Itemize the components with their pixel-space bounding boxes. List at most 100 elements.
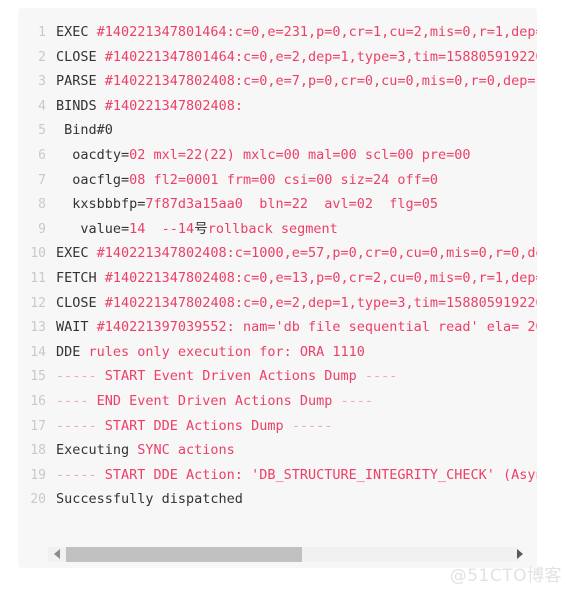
scroll-right-arrow-icon[interactable] <box>517 549 523 559</box>
code-token: END Event Driven Actions Dump <box>88 392 341 409</box>
code-token: kxsbbbfp= <box>56 196 146 213</box>
line-number: 18 <box>30 443 46 459</box>
code-line-text: BINDS #140221347802408: <box>46 94 243 119</box>
code-line: 20 Successfully dispatched <box>18 487 537 512</box>
code-token: 08 fl2=0001 frm=00 csi=00 siz=24 off=0 <box>129 171 439 188</box>
code-line-text: EXEC #140221347801464:c=0,e=231,p=0,cr=1… <box>46 20 537 45</box>
code-token: Successfully dispatched <box>56 491 243 508</box>
line-number: 2 <box>38 49 46 65</box>
code-line: 13 WAIT #140221397039552: nam='db file se… <box>18 315 537 340</box>
code-line-text: CLOSE #140221347802408:c=0,e=2,dep=1,typ… <box>46 291 537 316</box>
code-token: BINDS <box>56 97 105 114</box>
line-number: 13 <box>30 320 46 336</box>
scrollbar-thumb[interactable] <box>66 547 302 562</box>
line-number: 9 <box>38 221 46 237</box>
code-token: PARSE <box>56 73 105 90</box>
code-token: rules only execution for: ORA 1110 <box>88 343 365 360</box>
code-line-text: FETCH #140221347802408:c=0,e=13,p=0,cr=2… <box>46 266 537 291</box>
code-line: 17 ----- START DDE Actions Dump ----- <box>18 414 537 439</box>
code-line-text: ----- START Event Driven Actions Dump --… <box>46 364 397 389</box>
line-number: 19 <box>30 467 46 483</box>
code-line: 19 ----- START DDE Action: 'DB_STRUCTURE_… <box>18 463 537 488</box>
code-token: ---- <box>364 368 398 385</box>
code-line-text: PARSE #140221347802408:c=0,e=7,p=0,cr=0,… <box>46 69 537 94</box>
code-scroll-viewport[interactable]: 1 EXEC #140221347801464:c=0,e=231,p=0,cr=… <box>18 8 537 542</box>
code-token: ----- <box>291 417 333 434</box>
code-line: 15 ----- START Event Driven Actions Dump … <box>18 364 537 389</box>
code-token: EXEC <box>56 245 97 262</box>
line-number: 4 <box>38 98 46 114</box>
line-number: 12 <box>30 295 46 311</box>
line-number: 11 <box>30 270 46 286</box>
code-token: #140221347802408:c=0,e=2,dep=1,type=3,ti… <box>104 294 537 311</box>
code-line: 7 oacflg=08 fl2=0001 frm=00 csi=00 siz=2… <box>18 168 537 193</box>
code-line-text: CLOSE #140221347801464:c=0,e=2,dep=1,typ… <box>46 45 537 70</box>
code-token: FETCH <box>56 269 105 286</box>
line-number: 7 <box>38 172 46 188</box>
line-number: 17 <box>30 418 46 434</box>
code-line: 11 FETCH #140221347802408:c=0,e=13,p=0,cr… <box>18 266 537 291</box>
code-line-text: kxsbbbfp=7f87d3a15aa0 bln=22 avl=02 flg=… <box>46 192 438 217</box>
code-lines-container: 1 EXEC #140221347801464:c=0,e=231,p=0,cr=… <box>18 20 537 512</box>
code-token: ----- <box>56 466 97 483</box>
code-token: value= <box>56 220 130 237</box>
code-line-text: ---- END Event Driven Actions Dump ---- <box>46 389 373 414</box>
code-token: CLOSE <box>56 294 105 311</box>
line-number: 6 <box>38 147 46 163</box>
line-number: 16 <box>30 393 46 409</box>
line-number: 5 <box>38 123 46 139</box>
code-line: 10 EXEC #140221347802408:c=1000,e=57,p=0,… <box>18 241 537 266</box>
code-line-text: oacdty=02 mxl=22(22) mxlc=00 mal=00 scl=… <box>46 143 471 168</box>
scroll-left-arrow-icon[interactable] <box>54 549 60 559</box>
line-number: 20 <box>30 492 46 508</box>
code-line-text: value=14 --14号rollback segment <box>46 217 338 242</box>
line-number: 3 <box>38 74 46 90</box>
code-token: #140221347802408: <box>104 97 243 114</box>
code-token: #140221397039552: nam='db file sequentia… <box>96 319 537 336</box>
code-line: 3 PARSE #140221347802408:c=0,e=7,p=0,cr=0… <box>18 69 537 94</box>
code-line: 18 Executing SYNC actions <box>18 438 537 463</box>
code-line-text: Successfully dispatched <box>46 487 243 512</box>
line-number: 14 <box>30 344 46 360</box>
code-token: START DDE Action: 'DB_STRUCTURE_INTEGRIT… <box>96 466 537 483</box>
code-line-text: Executing SYNC actions <box>46 438 235 463</box>
code-token: ----- <box>56 417 97 434</box>
code-line-text: WAIT #140221397039552: nam='db file sequ… <box>46 315 537 340</box>
code-token: SYNC actions <box>137 442 235 459</box>
code-line: 2 CLOSE #140221347801464:c=0,e=2,dep=1,ty… <box>18 45 537 70</box>
code-token: Bind#0 <box>56 122 113 139</box>
code-line: 12 CLOSE #140221347802408:c=0,e=2,dep=1,t… <box>18 291 537 316</box>
watermark: @51CTO博客 <box>449 566 562 586</box>
line-number: 10 <box>30 246 46 262</box>
code-token: WAIT <box>56 319 97 336</box>
code-token: START Event Driven Actions Dump <box>96 368 365 385</box>
code-token: #140221347802408:c=0,e=7,p=0,cr=0,cu=0,m… <box>104 73 537 90</box>
code-token: 14 --14 <box>129 220 195 237</box>
code-line-text: EXEC #140221347802408:c=1000,e=57,p=0,cr… <box>46 241 537 266</box>
code-token: 02 mxl=22(22) mxlc=00 mal=00 scl=00 pre=… <box>129 146 471 163</box>
code-token: #140221347802408:c=0,e=13,p=0,cr=2,cu=0,… <box>104 269 537 286</box>
code-line-text: ----- START DDE Actions Dump ----- <box>46 414 332 439</box>
code-token: ---- <box>340 392 373 409</box>
code-token: EXEC <box>56 24 97 40</box>
code-line: 8 kxsbbbfp=7f87d3a15aa0 bln=22 avl=02 fl… <box>18 192 537 217</box>
code-line: 9 value=14 --14号rollback segment <box>18 217 537 242</box>
code-token: #140221347802408:c=1000,e=57,p=0,cr=0,cu… <box>96 245 537 262</box>
code-token: START DDE Actions Dump <box>96 417 292 434</box>
code-line-text: oacflg=08 fl2=0001 frm=00 csi=00 siz=24 … <box>46 168 438 193</box>
code-token: ----- <box>56 368 97 385</box>
code-token: oacdty= <box>56 146 130 163</box>
line-number: 1 <box>38 25 46 40</box>
code-line: 6 oacdty=02 mxl=22(22) mxlc=00 mal=00 sc… <box>18 143 537 168</box>
line-number: 8 <box>38 197 46 213</box>
code-line: 5 Bind#0 <box>18 118 537 143</box>
line-number: 15 <box>30 369 46 385</box>
code-token: CLOSE <box>56 48 105 65</box>
code-line: 1 EXEC #140221347801464:c=0,e=231,p=0,cr=… <box>18 20 537 45</box>
code-token: rollback segment <box>207 220 338 237</box>
code-token: oacflg= <box>56 171 130 188</box>
code-line-text: ----- START DDE Action: 'DB_STRUCTURE_IN… <box>46 463 537 488</box>
code-line-text: DDE rules only execution for: ORA 1110 <box>46 340 365 365</box>
code-token: DDE <box>56 343 89 360</box>
code-block-card: 1 EXEC #140221347801464:c=0,e=231,p=0,cr=… <box>18 8 537 568</box>
